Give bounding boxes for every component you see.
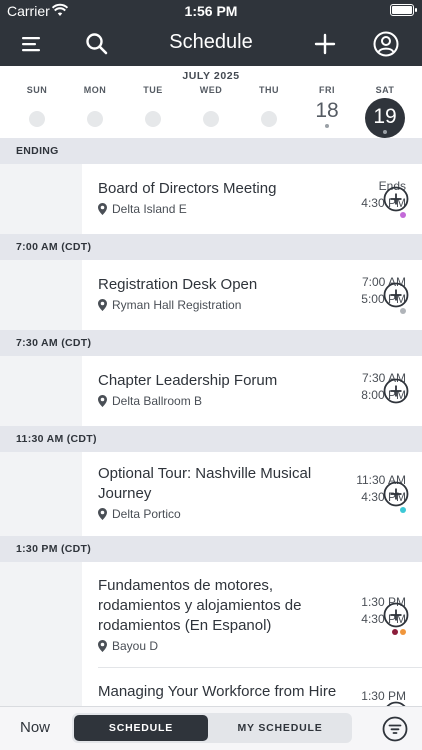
tab-schedule[interactable]: SCHEDULE [74,715,208,741]
event-location: Delta Portico [98,507,181,521]
calendar-day-mon[interactable]: MON [67,85,123,127]
battery-tip [415,8,417,12]
event-location: Delta Ballroom B [98,394,202,408]
track-color-dot [400,629,406,635]
empty-day-dot [87,111,103,127]
event-row[interactable]: 1:30 PM 4:30 PM Fundamentos de motores, … [0,562,422,668]
section-header: 1:30 PM (CDT) [0,536,422,562]
tab-my-schedule[interactable]: MY SCHEDULE [210,715,350,741]
event-row[interactable]: 7:30 AM 8:00 PM Chapter Leadership Forum… [0,356,422,426]
track-dots [400,308,406,314]
bottom-toolbar: Now SCHEDULE MY SCHEDULE [0,706,422,750]
time-column [0,164,82,234]
empty-day-dot [145,111,161,127]
add-to-schedule-button[interactable] [383,602,409,628]
add-to-schedule-button[interactable] [383,282,409,308]
account-icon[interactable] [372,30,400,58]
plus-circle-icon [383,186,409,212]
event-row[interactable]: 1:30 PM Managing Your Workforce from Hir… [0,668,422,706]
track-dots [400,212,406,218]
event-title: Optional Tour: Nashville Musical Journey [98,465,312,502]
clock-time: 1:56 PM [184,3,238,19]
day-of-week-label: THU [259,85,279,95]
track-dots [400,507,406,513]
add-to-schedule-button[interactable] [383,378,409,404]
event-row[interactable]: Ends 4:30 PM Board of Directors Meeting … [0,164,422,234]
track-color-dot [400,212,406,218]
has-events-dot [383,130,387,134]
location-name: Delta Portico [112,507,181,521]
schedule-list[interactable]: ENDING Ends 4:30 PM Board of Directors M… [0,138,422,706]
day-of-week-label: SAT [375,85,395,95]
location-name: Bayou D [112,639,159,653]
week-calendar-strip: JULY 2025 SUN MON TUE WED THU FRI 18 SAT… [0,66,422,138]
plus-circle-icon [383,378,409,404]
time-column [0,668,82,706]
event-location: Bayou D [98,639,158,653]
has-events-dot [325,124,329,128]
calendar-day-thu[interactable]: THU [241,85,297,127]
event-location: Ryman Hall Registration [98,298,241,312]
location-name: Ryman Hall Registration [112,298,242,312]
section-header: 11:30 AM (CDT) [0,426,422,452]
event-title: Fundamentos de motores, rodamientos y al… [98,577,302,634]
page-title: Schedule [169,31,253,53]
track-color-dot [400,507,406,513]
plus-circle-icon [383,602,409,628]
section-header: 7:00 AM (CDT) [0,234,422,260]
time-column [0,356,82,426]
day-of-week-label: FRI [319,85,335,95]
calendar-day-sat[interactable]: SAT 19 [357,85,413,138]
empty-day-dot [203,111,219,127]
location-pin-icon [98,203,107,215]
day-of-week-label: SUN [26,85,48,95]
section-header: ENDING [0,138,422,164]
battery-icon [390,4,414,16]
calendar-day-fri[interactable]: FRI 18 [299,85,355,128]
day-number: 19 [373,105,397,128]
event-title: Managing Your Workforce from Hire [98,683,337,700]
empty-day-dot [29,111,45,127]
calendar-day-sun[interactable]: SUN [9,85,65,127]
calendar-day-tue[interactable]: TUE [125,85,181,127]
add-event-plus-icon[interactable] [311,30,339,58]
location-pin-icon [98,299,107,311]
time-column [0,562,82,668]
empty-day-dot [261,111,277,127]
filter-button[interactable] [382,716,408,742]
schedule-segmented-control: SCHEDULE MY SCHEDULE [72,713,352,743]
calendar-month: JULY 2025 [182,70,240,82]
plus-circle-icon [383,481,409,507]
track-dots [392,629,406,635]
navigation-bar: Schedule [0,22,422,66]
event-location: Delta Island E [98,202,187,216]
day-of-week-label: TUE [143,85,163,95]
time-column [0,452,82,536]
event-row[interactable]: 11:30 AM 4:30 PM Optional Tour: Nashvill… [0,452,422,536]
event-title: Registration Desk Open [98,276,258,293]
track-color-dot [400,308,406,314]
time-column [0,260,82,330]
location-pin-icon [98,640,107,652]
add-to-schedule-button[interactable] [383,481,409,507]
add-to-schedule-button[interactable] [383,186,409,212]
location-name: Delta Island E [112,202,187,216]
section-header: 7:30 AM (CDT) [0,330,422,356]
event-title: Board of Directors Meeting [98,180,277,197]
event-title: Chapter Leadership Forum [98,372,278,389]
status-bar: Carrier 1:56 PM [0,0,422,22]
plus-circle-icon [383,282,409,308]
location-pin-icon [98,395,107,407]
selected-day[interactable]: 19 [365,98,405,138]
day-of-week-label: MON [83,85,107,95]
day-of-week-label: WED [199,85,223,95]
day-number: 18 [315,99,339,122]
calendar-day-wed[interactable]: WED [183,85,239,127]
now-button[interactable]: Now [20,719,50,736]
event-row[interactable]: 7:00 AM 5:00 PM Registration Desk Open R… [0,260,422,330]
location-name: Delta Ballroom B [112,394,203,408]
track-color-dot [392,629,398,635]
location-pin-icon [98,508,107,520]
filter-icon [382,716,408,742]
